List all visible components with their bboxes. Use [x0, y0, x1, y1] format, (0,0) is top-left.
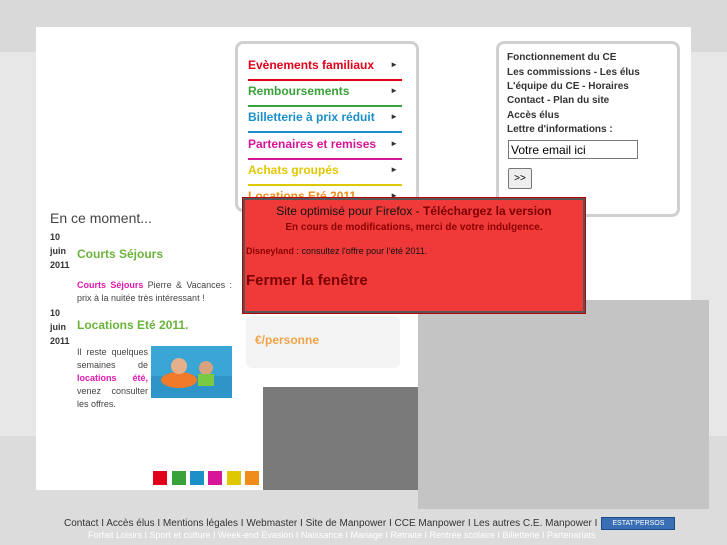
- menu-item-label: Partenaires et remises: [248, 137, 377, 151]
- link-contact[interactable]: Contact - Plan du site: [507, 95, 609, 106]
- date-day: 10: [50, 232, 61, 242]
- newsletter-label: Lettre d'informations :: [507, 124, 613, 135]
- popup-headline: Site optimisé pour Firefox - Téléchargez…: [245, 204, 583, 218]
- disneyland-link[interactable]: Disneyland: [246, 246, 294, 256]
- main-menu: Evènements familiaux ► Remboursements ► …: [235, 41, 419, 212]
- footer-secondary-links[interactable]: Forfait Loisirs I Sport et culture I Wee…: [88, 530, 596, 540]
- firefox-download-link[interactable]: Téléchargez la version: [423, 204, 552, 218]
- menu-item-remboursements[interactable]: Remboursements ►: [248, 80, 402, 107]
- link-equipe[interactable]: L'équipe du CE - Horaires: [507, 81, 629, 92]
- date-year: 2011: [50, 260, 70, 270]
- color-square-yellow[interactable]: [227, 471, 241, 485]
- link-acces-elus[interactable]: Accès élus: [507, 110, 559, 121]
- news-body: Courts Séjours Pierre & Vacances : prix …: [77, 279, 232, 305]
- news-photo: [151, 346, 232, 398]
- color-square-orange[interactable]: [245, 471, 259, 485]
- news-date: 10 juin 2011: [50, 306, 70, 348]
- news-link[interactable]: Courts Séjours: [77, 280, 143, 290]
- news-body: Il reste quelques semaines de locations …: [77, 346, 148, 411]
- newsletter-email-input[interactable]: [508, 140, 638, 159]
- color-square-green[interactable]: [172, 471, 186, 485]
- popup-offer: Disneyland : consultez l'offre pour l'ét…: [246, 246, 427, 256]
- firefox-popup: Site optimisé pour Firefox - Téléchargez…: [242, 197, 586, 314]
- arrow-right-icon: ►: [390, 112, 398, 121]
- estat-badge[interactable]: ESTAT'PERSOS: [601, 517, 676, 530]
- date-day: 10: [50, 308, 61, 318]
- color-square-blue[interactable]: [190, 471, 204, 485]
- close-window-link[interactable]: Fermer la fenêtre: [246, 272, 368, 289]
- popup-notice: En cours de modifications, merci de votr…: [285, 222, 543, 233]
- menu-item-billetterie[interactable]: Billetterie à prix réduit ►: [248, 106, 402, 133]
- news-text: venez consulter les offres.: [77, 386, 148, 409]
- color-square-red[interactable]: [153, 471, 167, 485]
- menu-item-partenaires[interactable]: Partenaires et remises ►: [248, 133, 402, 160]
- section-title: En ce moment...: [50, 210, 152, 226]
- overlay-block-light: [418, 300, 709, 509]
- popup-headline-text: Site optimisé pour Firefox -: [276, 204, 423, 218]
- info-box: Fonctionnement du CE Les commissions - L…: [496, 41, 680, 217]
- menu-item-evenements[interactable]: Evènements familiaux ►: [248, 54, 402, 81]
- overlay-block-dark: [263, 387, 419, 490]
- arrow-right-icon: ►: [390, 86, 398, 95]
- menu-item-label: Billetterie à prix réduit: [248, 110, 375, 124]
- news-link[interactable]: locations été,: [77, 373, 148, 383]
- newsletter-submit-button[interactable]: >>: [508, 168, 532, 189]
- arrow-right-icon: ►: [390, 165, 398, 174]
- promo-price: €/personne: [255, 333, 320, 347]
- news-date: 10 juin 2011: [50, 230, 70, 272]
- link-fonctionnement[interactable]: Fonctionnement du CE: [507, 52, 616, 63]
- footer-links-text[interactable]: Contact I Accès élus I Mentions légales …: [64, 518, 597, 529]
- date-year: 2011: [50, 336, 70, 346]
- date-month: juin: [50, 246, 66, 256]
- date-month: juin: [50, 322, 66, 332]
- menu-item-label: Evènements familiaux: [248, 58, 375, 72]
- popup-offer-text: : consultez l'offre pour l'été 2011.: [294, 246, 428, 256]
- menu-item-label: Achats groupés: [248, 163, 339, 177]
- arrow-right-icon: ►: [390, 60, 398, 69]
- footer-links: Contact I Accès élus I Mentions légales …: [64, 517, 676, 530]
- link-commissions[interactable]: Les commissions - Les élus: [507, 67, 640, 78]
- news-text: Il reste quelques semaines de: [77, 347, 148, 370]
- news-title[interactable]: Locations Eté 2011.: [77, 318, 188, 332]
- menu-item-achats[interactable]: Achats groupés ►: [248, 159, 402, 186]
- menu-item-label: Remboursements: [248, 84, 350, 98]
- news-title[interactable]: Courts Séjours: [77, 247, 163, 261]
- color-square-pink[interactable]: [208, 471, 222, 485]
- arrow-right-icon: ►: [390, 139, 398, 148]
